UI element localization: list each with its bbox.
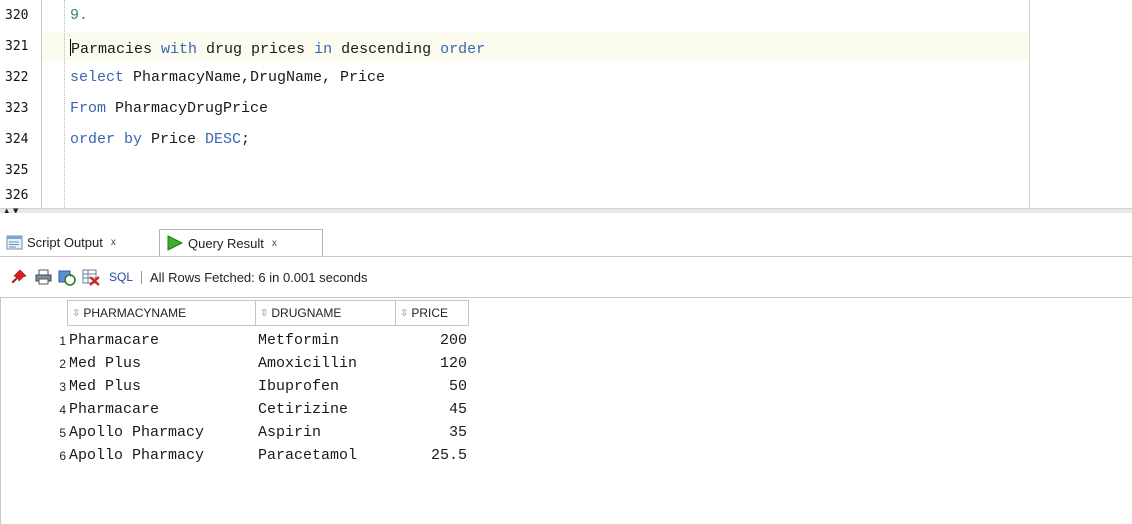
sql-text: ; xyxy=(241,131,251,148)
tab-label: Script Output xyxy=(27,235,103,250)
right-margin-line xyxy=(1029,0,1030,208)
table-row[interactable]: 2 Med Plus Amoxicillin 120 xyxy=(1,353,471,375)
row-number: 4 xyxy=(59,403,66,417)
query-result-grid[interactable]: ⇳ PHARMACYNAME ⇳ DRUGNAME ⇳ PRICE 1 Phar… xyxy=(0,298,1132,524)
cell-pharmacyname[interactable]: Med Plus xyxy=(69,376,141,398)
sql-editor[interactable]: 320 321 322 323 324 325 326 9. Parmacies… xyxy=(0,0,1132,208)
sql-keyword: From xyxy=(70,100,107,117)
cell-pharmacyname[interactable]: Apollo Pharmacy xyxy=(69,445,204,467)
sql-text: PharmacyDrugPrice xyxy=(106,100,269,117)
table-row[interactable]: 6 Apollo Pharmacy Paracetamol 25.5 xyxy=(1,445,471,467)
cell-drugname[interactable]: Cetirizine xyxy=(258,399,348,421)
fetch-status-text: All Rows Fetched: 6 in 0.001 seconds xyxy=(150,269,368,285)
column-header-label: DRUGNAME xyxy=(271,306,342,320)
code-line[interactable]: 9. xyxy=(70,8,88,24)
cell-drugname[interactable]: Metformin xyxy=(258,330,339,352)
code-line[interactable]: select PharmacyName,DrugName, Price xyxy=(70,70,385,86)
cell-pharmacyname[interactable]: Pharmacare xyxy=(69,330,159,352)
toolbar-divider xyxy=(141,270,143,284)
sql-keyword: in xyxy=(314,41,333,58)
sql-keyword: order by xyxy=(70,131,143,148)
column-header-label: PHARMACYNAME xyxy=(83,306,187,320)
table-row[interactable]: 1 Pharmacare Metformin 200 xyxy=(1,330,471,352)
cell-price[interactable]: 50 xyxy=(397,376,467,398)
cell-price[interactable]: 200 xyxy=(397,330,467,352)
tab-label: Query Result xyxy=(188,235,264,251)
refresh-icon[interactable] xyxy=(58,268,76,286)
row-number: 2 xyxy=(59,357,66,371)
indent-guide xyxy=(64,0,65,208)
cell-pharmacyname[interactable]: Med Plus xyxy=(69,353,141,375)
sql-number: 9. xyxy=(70,7,89,24)
cell-drugname[interactable]: Ibuprofen xyxy=(258,376,339,398)
script-output-icon xyxy=(6,235,23,251)
sql-keyword: select xyxy=(70,69,125,86)
code-line[interactable]: Parmacies with drug prices in descending… xyxy=(70,39,486,58)
sql-keyword: DESC xyxy=(205,131,242,148)
sql-text: drug prices xyxy=(197,41,315,58)
sql-text: descending xyxy=(332,41,441,58)
row-number: 5 xyxy=(59,426,66,440)
run-triangle-icon xyxy=(166,235,184,251)
cell-drugname[interactable]: Amoxicillin xyxy=(258,353,357,375)
sql-button[interactable]: SQL xyxy=(109,270,133,284)
cell-drugname[interactable]: Paracetamol xyxy=(258,445,357,467)
line-number: 326 xyxy=(5,188,29,203)
row-number: 1 xyxy=(59,334,66,348)
print-icon[interactable] xyxy=(34,268,52,286)
cell-pharmacyname[interactable]: Apollo Pharmacy xyxy=(69,422,204,444)
table-row[interactable]: 4 Pharmacare Cetirizine 45 xyxy=(1,399,471,421)
result-tab-bar: Script Output x Query Result x xyxy=(0,213,1132,257)
tab-query-result[interactable]: Query Result x xyxy=(159,229,323,256)
cell-price[interactable]: 120 xyxy=(397,353,467,375)
line-number: 320 xyxy=(5,8,29,23)
sql-keyword: with xyxy=(161,41,198,58)
cell-drugname[interactable]: Aspirin xyxy=(258,422,321,444)
column-header-pharmacyname[interactable]: ⇳ PHARMACYNAME xyxy=(67,300,256,326)
column-header-drugname[interactable]: ⇳ DRUGNAME xyxy=(255,300,396,326)
cell-price[interactable]: 35 xyxy=(397,422,467,444)
code-line[interactable]: From PharmacyDrugPrice xyxy=(70,101,268,117)
sql-text: PharmacyName,DrugName, Price xyxy=(124,69,386,86)
sort-icon: ⇳ xyxy=(260,307,269,319)
column-header-price[interactable]: ⇳ PRICE xyxy=(395,300,469,326)
tab-script-output[interactable]: Script Output x xyxy=(0,229,158,256)
result-toolbar: SQL All Rows Fetched: 6 in 0.001 seconds xyxy=(0,257,1132,298)
cell-price[interactable]: 25.5 xyxy=(397,445,467,467)
sql-text: Price xyxy=(142,131,206,148)
table-row[interactable]: 3 Med Plus Ibuprofen 50 xyxy=(1,376,471,398)
pin-icon[interactable] xyxy=(10,268,28,286)
code-line[interactable]: order by Price DESC; xyxy=(70,132,250,148)
table-row[interactable]: 5 Apollo Pharmacy Aspirin 35 xyxy=(1,422,471,444)
cell-pharmacyname[interactable]: Pharmacare xyxy=(69,399,159,421)
line-number: 325 xyxy=(5,163,29,178)
line-number: 324 xyxy=(5,132,29,147)
sql-keyword: order xyxy=(440,41,486,58)
cell-price[interactable]: 45 xyxy=(397,399,467,421)
line-number: 322 xyxy=(5,70,29,85)
row-number: 3 xyxy=(59,380,66,394)
close-icon[interactable]: x xyxy=(111,237,116,248)
line-number: 321 xyxy=(5,39,29,54)
column-header-label: PRICE xyxy=(411,306,449,320)
line-number: 323 xyxy=(5,101,29,116)
row-number: 6 xyxy=(59,449,66,463)
export-icon[interactable] xyxy=(82,268,100,286)
sort-icon: ⇳ xyxy=(400,307,409,319)
sort-icon: ⇳ xyxy=(72,307,81,319)
close-icon[interactable]: x xyxy=(272,238,277,249)
sql-text: Parmacies xyxy=(71,41,162,58)
